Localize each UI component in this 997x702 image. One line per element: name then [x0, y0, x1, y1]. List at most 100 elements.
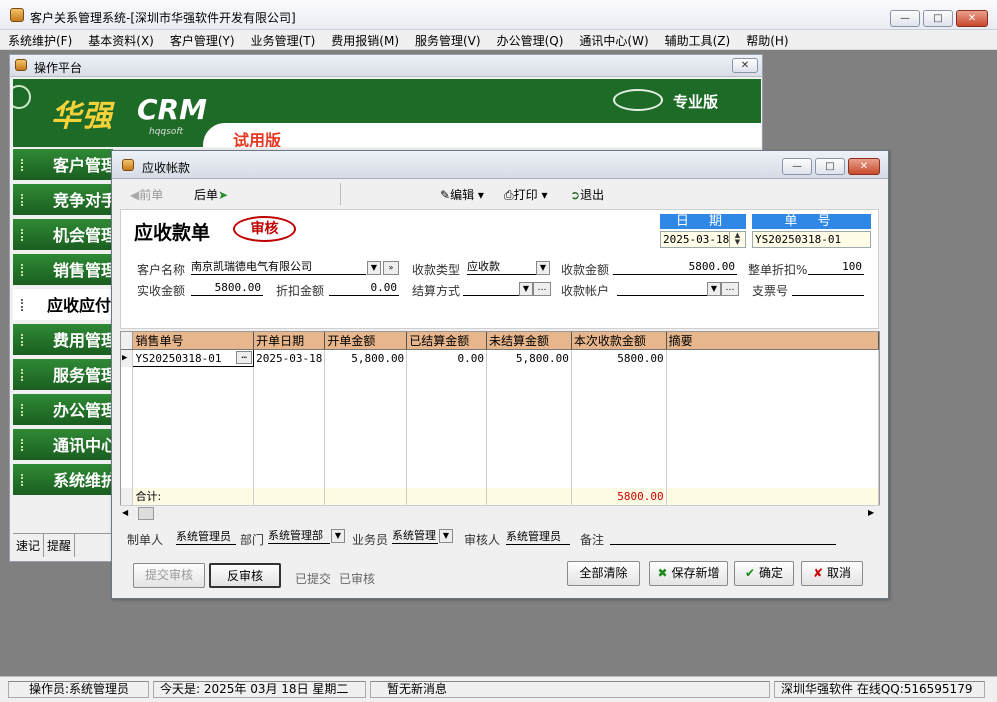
nav-item-customer[interactable]: 客户管理: [13, 149, 113, 182]
save-new-button[interactable]: ✖ 保存新增: [649, 561, 728, 586]
nav-item-system[interactable]: 系统维护: [13, 464, 113, 497]
sales-dropdown-icon[interactable]: ▼: [439, 529, 453, 543]
nav-item-office[interactable]: 办公管理: [13, 394, 113, 427]
dept-dropdown-icon[interactable]: ▼: [331, 529, 345, 543]
nav-item-competitor[interactable]: 竞争对手: [13, 184, 113, 217]
ok-button[interactable]: ✔ 确定: [734, 561, 794, 586]
nav-item-expense[interactable]: 费用管理: [13, 324, 113, 357]
discount-amt-field[interactable]: 0.00: [329, 281, 399, 296]
grip-icon: [21, 439, 24, 451]
exit-door-icon: ➲: [570, 188, 581, 202]
order-no-header: 单 号: [752, 214, 871, 229]
detail-grid: 销售单号 开单日期 开单金额 已结算金额 未结算金额 本次收款金额 摘要 ▶ Y…: [120, 331, 880, 521]
table-cell[interactable]: 5,800.00: [324, 349, 408, 367]
detail-table: 销售单号 开单日期 开单金额 已结算金额 未结算金额 本次收款金额 摘要 ▶ Y…: [121, 332, 880, 505]
next-button[interactable]: 后单➤: [194, 186, 228, 203]
account-field[interactable]: [617, 281, 707, 296]
date-spinner-icon[interactable]: ▲ ▼: [729, 232, 745, 247]
nav-item-sales[interactable]: 销售管理: [13, 254, 113, 287]
recv-type-dropdown-icon[interactable]: ▼: [536, 261, 550, 275]
exit-button[interactable]: ➲退出: [570, 186, 604, 203]
dialog-maximize-button[interactable]: □: [815, 158, 845, 175]
logo-cn: 华强: [51, 99, 113, 134]
menu-system[interactable]: 系统维护(F): [8, 30, 72, 49]
col-header[interactable]: 开单金额: [324, 332, 408, 350]
col-header[interactable]: 已结算金额: [406, 332, 488, 350]
col-header[interactable]: 开单日期: [253, 332, 326, 350]
nav-item-comm[interactable]: 通讯中心: [13, 429, 113, 462]
print-button[interactable]: ⎙打印 ▾: [504, 186, 547, 203]
maximize-button[interactable]: □: [923, 10, 953, 27]
edit-button[interactable]: ✎编辑 ▾: [440, 186, 484, 203]
auditor-field[interactable]: 系统管理员: [506, 530, 570, 545]
dept-field[interactable]: 系统管理部: [268, 529, 330, 544]
col-header[interactable]: 本次收款金额: [571, 332, 667, 350]
account-more-icon[interactable]: …: [721, 282, 739, 296]
scroll-left-icon[interactable]: ◀: [122, 508, 128, 517]
table-cell[interactable]: 5,800.00: [486, 349, 572, 367]
nav-item-receivable[interactable]: 应收应付: [13, 289, 113, 322]
cancel-button[interactable]: ✘ 取消: [801, 561, 863, 586]
status-message: 暂无新消息: [370, 681, 770, 698]
col-header[interactable]: 摘要: [666, 332, 880, 350]
menu-basic[interactable]: 基本资料(X): [88, 30, 154, 49]
col-header[interactable]: 未结算金额: [486, 332, 572, 350]
table-cell[interactable]: YS20250318-01…: [132, 349, 255, 367]
trial-label: 试用版: [233, 131, 282, 147]
horizontal-scrollbar[interactable]: ◀ ▶: [120, 505, 880, 521]
grip-icon: [21, 369, 24, 381]
menu-help[interactable]: 帮助(H): [746, 30, 788, 49]
menu-comm[interactable]: 通讯中心(W): [579, 30, 648, 49]
customer-field[interactable]: 南京凯瑞德电气有限公司: [191, 260, 366, 275]
actual-label: 实收金额: [137, 284, 186, 298]
settle-field[interactable]: [463, 281, 519, 296]
customer-dropdown-icon[interactable]: ▼: [367, 261, 381, 275]
nav-item-opportunity[interactable]: 机会管理: [13, 219, 113, 252]
maker-field[interactable]: 系统管理员: [176, 530, 236, 545]
settle-more-icon[interactable]: …: [533, 282, 551, 296]
menu-expense[interactable]: 费用报销(M): [331, 30, 399, 49]
actual-field[interactable]: 5800.00: [191, 281, 263, 296]
recv-type-field[interactable]: 应收款: [467, 260, 537, 275]
platform-close-button[interactable]: ✕: [732, 58, 758, 73]
recv-amount-field[interactable]: 5800.00: [613, 260, 737, 275]
minimize-button[interactable]: —: [890, 10, 920, 27]
account-dropdown-icon[interactable]: ▼: [707, 282, 721, 296]
dialog-minimize-button[interactable]: —: [782, 158, 812, 175]
prev-button[interactable]: ◀前单: [130, 186, 163, 203]
table-cell[interactable]: 2025-03-18: [253, 349, 326, 367]
dialog-icon: [122, 159, 134, 171]
menu-service[interactable]: 服务管理(V): [415, 30, 481, 49]
nav-item-service[interactable]: 服务管理: [13, 359, 113, 392]
table-cell[interactable]: 0.00: [406, 349, 488, 367]
remark-field[interactable]: [610, 530, 836, 545]
cheque-field[interactable]: [792, 281, 864, 296]
table-cell[interactable]: 5800.00: [571, 349, 667, 367]
close-button[interactable]: ✕: [956, 10, 988, 27]
order-no-field[interactable]: YS20250318-01: [752, 231, 871, 248]
tab-memo[interactable]: 速记: [13, 534, 45, 557]
scroll-thumb[interactable]: [138, 507, 154, 520]
empty-row: [121, 366, 880, 488]
submit-audit-button[interactable]: 提交审核: [133, 563, 205, 588]
table-row[interactable]: ▶ YS20250318-01… 2025-03-18 5,800.00 0.0…: [121, 349, 880, 367]
col-header[interactable]: 销售单号: [132, 332, 255, 350]
arrow-left-icon: ◀: [130, 188, 140, 202]
clear-all-button[interactable]: 全部清除: [567, 561, 640, 586]
dialog-close-button[interactable]: ✕: [848, 158, 880, 175]
tab-reminder[interactable]: 提醒: [44, 534, 76, 557]
menu-business[interactable]: 业务管理(T): [251, 30, 316, 49]
customer-more-icon[interactable]: »: [383, 261, 399, 275]
recv-amount-label: 收款金额: [561, 263, 610, 277]
runner-icon: ✖: [657, 566, 668, 580]
sales-field[interactable]: 系统管理: [392, 529, 438, 544]
menu-office[interactable]: 办公管理(Q): [497, 30, 564, 49]
table-cell[interactable]: [666, 349, 880, 367]
settle-dropdown-icon[interactable]: ▼: [519, 282, 533, 296]
discount-pct-field[interactable]: 100: [808, 260, 864, 275]
scroll-right-icon[interactable]: ▶: [868, 508, 874, 517]
cell-more-icon[interactable]: …: [236, 351, 253, 364]
menu-tools[interactable]: 辅助工具(Z): [665, 30, 731, 49]
menu-customer[interactable]: 客户管理(Y): [170, 30, 235, 49]
unaudit-button[interactable]: 反审核: [209, 563, 281, 588]
